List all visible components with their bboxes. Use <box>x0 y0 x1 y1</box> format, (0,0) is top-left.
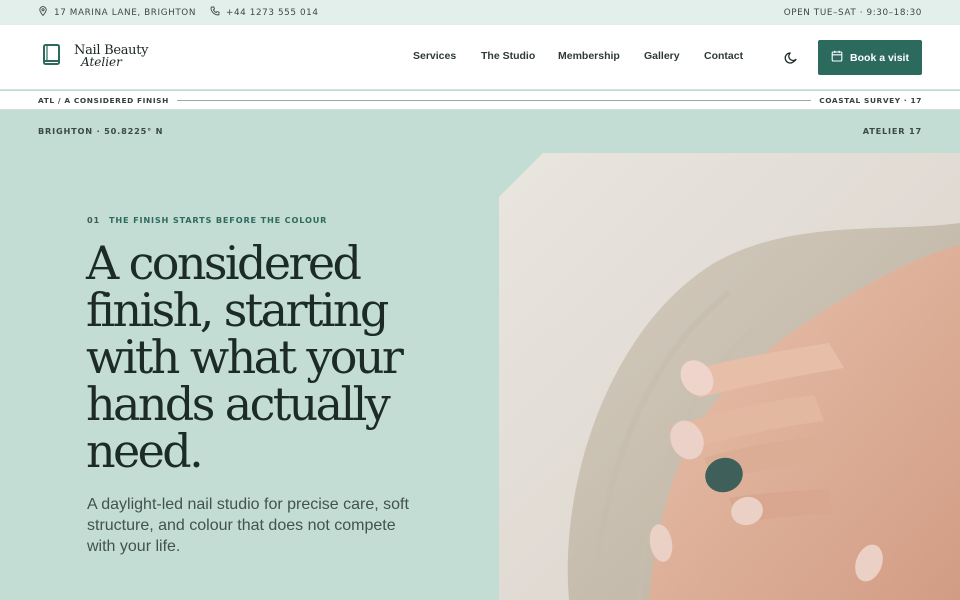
brand-name-line2: Atelier <box>81 55 122 70</box>
phone-text[interactable]: +44 1273 555 014 <box>226 8 319 18</box>
breadcrumb-right: COASTAL SURVEY · 17 <box>819 95 922 105</box>
opening-hours: OPEN TUE–SAT · 9:30–18:30 <box>783 7 922 18</box>
hero-photo <box>499 153 960 600</box>
book-visit-button[interactable]: Book a visit <box>818 40 922 75</box>
atelier-label: ATELIER 17 <box>862 126 922 136</box>
hero-meta-row: BRIGHTON · 50.8225° N ATELIER 17 <box>38 126 922 136</box>
hero-headline: A considered finish, starting with what … <box>86 236 404 478</box>
book-visit-label: Book a visit <box>850 51 909 64</box>
calendar-icon <box>831 50 843 65</box>
nav-item-membership[interactable]: Membership <box>558 50 620 62</box>
hero-eyebrow: 01 THE FINISH STARTS BEFORE THE COLOUR <box>87 215 327 225</box>
location-pin-icon <box>38 6 48 19</box>
brand-name: Nail Beauty Atelier <box>74 44 149 70</box>
hands-photo <box>499 153 960 600</box>
nav-item-the-studio[interactable]: The Studio <box>481 50 535 62</box>
breadcrumb-left[interactable]: ATL / A CONSIDERED FINISH <box>38 96 169 105</box>
location-coordinates: BRIGHTON · 50.8225° N <box>38 126 164 136</box>
book-logo-icon <box>42 43 62 71</box>
breadcrumb-divider <box>176 99 812 101</box>
nav-item-gallery[interactable]: Gallery <box>644 50 680 62</box>
top-info-bar: 17 MARINA LANE, BRIGHTON +44 1273 555 01… <box>0 0 960 25</box>
moon-icon[interactable] <box>784 50 798 64</box>
eyebrow-text: THE FINISH STARTS BEFORE THE COLOUR <box>109 215 328 225</box>
phone-icon <box>210 6 220 19</box>
nav-item-services[interactable]: Services <box>413 50 456 62</box>
phone-info[interactable]: +44 1273 555 014 <box>210 6 319 19</box>
breadcrumb: ATL / A CONSIDERED FINISH COASTAL SURVEY… <box>0 91 960 110</box>
address-text: 17 MARINA LANE, BRIGHTON <box>54 7 197 18</box>
eyebrow-number: 01 <box>87 215 100 225</box>
hero-lede: A daylight-led nail studio for precise c… <box>87 496 409 555</box>
main-navigation: Nail Beauty Atelier Services The Studio … <box>0 25 960 90</box>
address-info: 17 MARINA LANE, BRIGHTON <box>38 6 196 19</box>
nav-item-contact[interactable]: Contact <box>704 50 743 62</box>
brand-logo[interactable]: Nail Beauty Atelier <box>42 43 149 71</box>
